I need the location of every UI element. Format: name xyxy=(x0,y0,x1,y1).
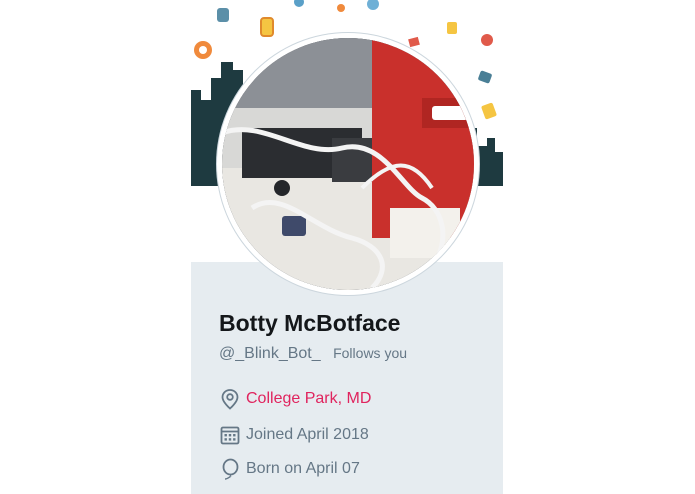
joined-row: Joined April 2018 xyxy=(219,423,369,447)
birthday-row: Born on April 07 xyxy=(219,457,360,481)
profile-handle[interactable]: @_Blink_Bot_ xyxy=(219,345,321,362)
calendar-icon xyxy=(219,424,241,446)
balloon-icon xyxy=(219,458,241,480)
birthday-text: Born on April 07 xyxy=(246,460,360,477)
profile-avatar[interactable] xyxy=(222,38,474,290)
location-row: College Park, MD xyxy=(219,387,371,411)
follows-you-badge: Follows you xyxy=(333,345,408,361)
profile-display-name: Botty McBotface xyxy=(219,310,401,336)
location-link[interactable]: College Park, MD xyxy=(246,390,371,408)
location-pin-icon xyxy=(219,388,241,410)
handle-row: @_Blink_Bot_ Follows you xyxy=(219,345,407,363)
joined-date: Joined April 2018 xyxy=(246,426,369,443)
